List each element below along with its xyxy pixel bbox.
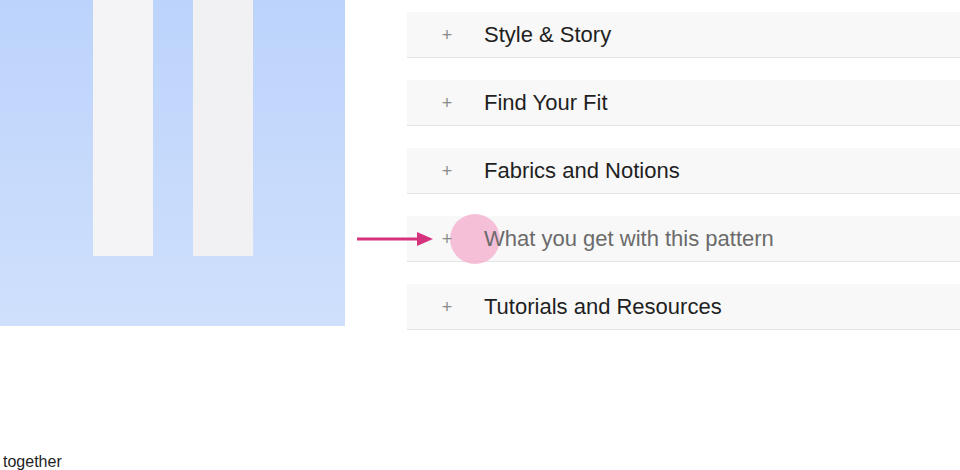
expand-icon[interactable]: +: [439, 26, 455, 44]
accordion-item[interactable]: + Tutorials and Resources: [407, 284, 960, 330]
pointer-arrow-icon: [357, 232, 433, 246]
page: + Style & Story + Find Your Fit + Fabrics and…: [0, 0, 960, 470]
accordion-item[interactable]: + Style & Story: [407, 12, 960, 58]
accordion: + Style & Story + Find Your Fit + Fabrics and…: [407, 12, 960, 330]
accordion-item[interactable]: + What you get with this pattern: [407, 216, 960, 262]
expand-icon[interactable]: +: [439, 298, 455, 316]
accordion-label[interactable]: Tutorials and Resources: [484, 293, 722, 321]
expand-icon[interactable]: +: [439, 162, 455, 180]
product-photo: [0, 0, 345, 326]
accordion-item[interactable]: + Fabrics and Notions: [407, 148, 960, 194]
pant-leg: [193, 0, 253, 256]
accordion-label[interactable]: What you get with this pattern: [484, 225, 774, 253]
accordion-label[interactable]: Style & Story: [484, 21, 611, 49]
accordion-label[interactable]: Fabrics and Notions: [484, 157, 680, 185]
expand-icon[interactable]: +: [439, 230, 455, 248]
pant-leg: [93, 0, 153, 256]
product-section: + Style & Story + Find Your Fit + Fabrics and…: [0, 0, 960, 330]
accordion-label[interactable]: Find Your Fit: [484, 89, 608, 117]
expand-icon[interactable]: +: [439, 94, 455, 112]
accordion-item[interactable]: + Find Your Fit: [407, 80, 960, 126]
footer-text: together: [0, 452, 960, 470]
